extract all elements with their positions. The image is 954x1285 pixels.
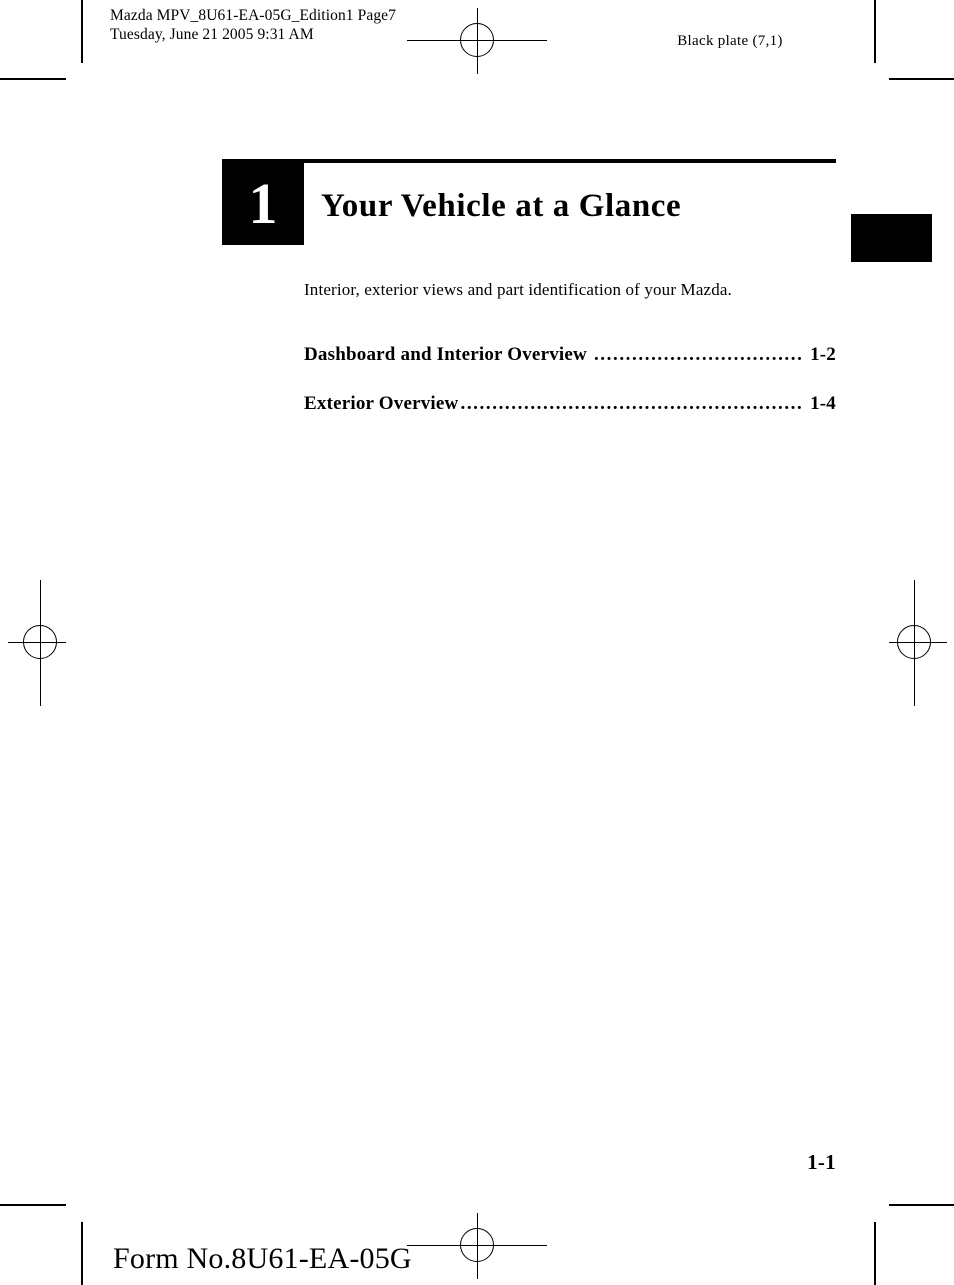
chapter-table-of-contents: Dashboard and Interior Overview ........…: [304, 343, 836, 441]
crop-mark-bottom-left-horizontal: [0, 1204, 66, 1206]
toc-entry-leader: ........................................…: [593, 344, 802, 365]
crop-mark-top-left-vertical: [81, 0, 83, 63]
toc-entry[interactable]: Exterior Overview ......................…: [304, 392, 836, 416]
crop-mark-bottom-left-vertical: [81, 1222, 83, 1285]
registration-mark-left-center: [8, 580, 66, 706]
crop-mark-top-left-horizontal: [0, 78, 66, 80]
toc-entry-page: 1-2: [810, 344, 836, 365]
chapter-number-badge: 1: [222, 163, 304, 245]
crop-mark-top-right-vertical: [874, 0, 876, 63]
page-header: Mazda MPV_8U61-EA-05G_Edition1 Page7 Tue…: [110, 6, 530, 44]
manual-page: Mazda MPV_8U61-EA-05G_Edition1 Page7 Tue…: [0, 0, 954, 1285]
form-number: Form No.8U61-EA-05G: [113, 1242, 412, 1275]
chapter-title: Your Vehicle at a Glance: [321, 188, 682, 224]
registration-mark-right-center: [889, 580, 947, 706]
chapter-rule: [222, 159, 836, 163]
crop-mark-bottom-right-horizontal: [889, 1204, 954, 1206]
toc-entry-leader: ........................................…: [460, 393, 803, 414]
header-file-line: Mazda MPV_8U61-EA-05G_Edition1 Page7: [110, 7, 397, 24]
registration-mark-bottom-center: [407, 1213, 547, 1279]
toc-entry[interactable]: Dashboard and Interior Overview ........…: [304, 343, 836, 367]
header-date-line: Tuesday, June 21 2005 9:31 AM: [110, 26, 314, 43]
toc-entry-label: Dashboard and Interior Overview: [304, 344, 587, 365]
toc-entry-page: 1-4: [810, 393, 836, 414]
chapter-thumb-tab: [851, 214, 932, 262]
page-number: 1-1: [807, 1150, 836, 1174]
toc-entry-label: Exterior Overview: [304, 393, 459, 414]
chapter-intro-text: Interior, exterior views and part identi…: [304, 280, 732, 299]
crop-mark-top-right-horizontal: [889, 78, 954, 80]
black-plate-label: Black plate (7,1): [677, 33, 783, 49]
crop-mark-bottom-right-vertical: [874, 1222, 876, 1285]
